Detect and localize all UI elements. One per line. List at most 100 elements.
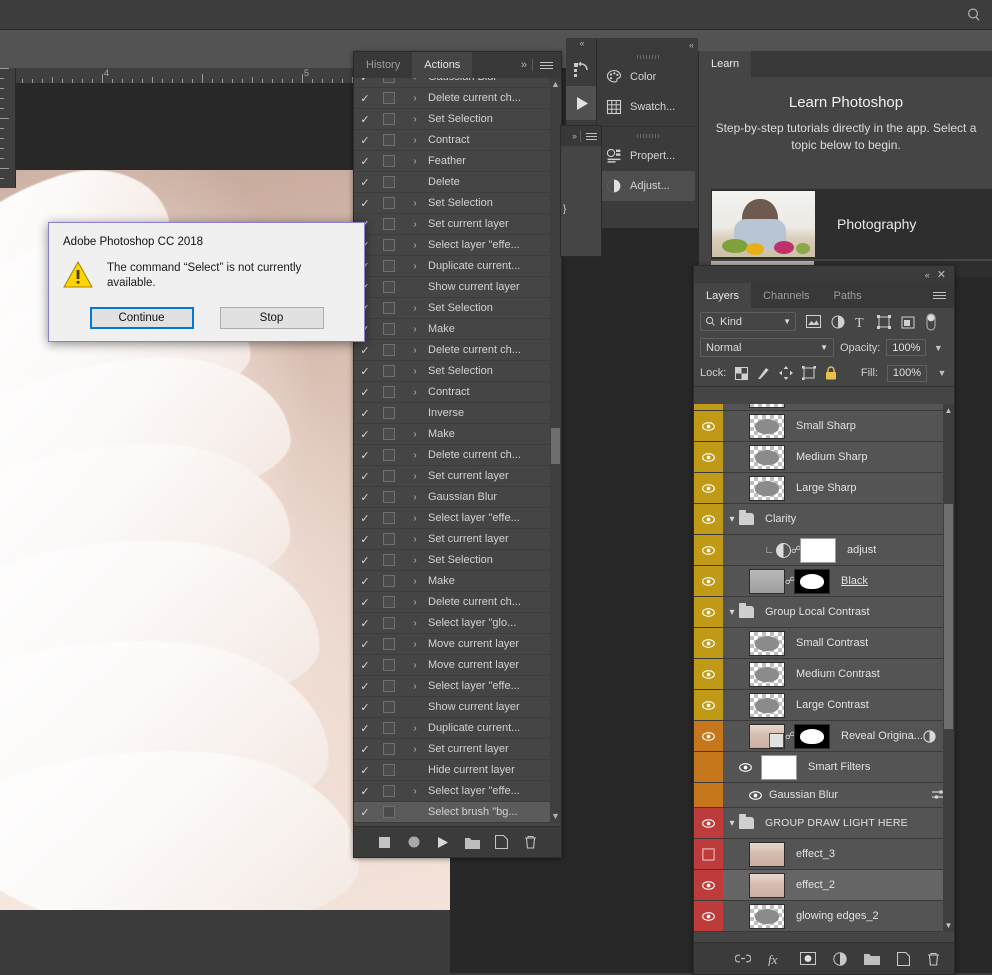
expand-chevron-icon[interactable]: ›: [402, 618, 428, 629]
expand-chevron-icon[interactable]: ›: [402, 681, 428, 692]
layer-name[interactable]: Black: [841, 575, 868, 587]
action-enabled-checkmark[interactable]: ✓: [354, 596, 376, 609]
actions-list[interactable]: ✓›Make✓›Gaussian Blur✓›Delete current ch…: [354, 78, 561, 823]
scroll-down-arrow[interactable]: ▼: [943, 919, 954, 932]
layer-row[interactable]: ▾ GROUP DRAW LIGHT HERE: [694, 808, 954, 839]
action-dialog-toggle[interactable]: [376, 617, 402, 629]
action-dialog-toggle[interactable]: [376, 701, 402, 713]
layer-kind-select[interactable]: Kind ▼: [700, 312, 796, 331]
alert-dialog[interactable]: Adobe Photoshop CC 2018 The command “Sel…: [48, 222, 365, 342]
layer-visibility-eye-icon[interactable]: [694, 404, 723, 410]
action-row[interactable]: ✓ › Move current layer: [354, 655, 561, 676]
layer-visibility-eye-icon[interactable]: [694, 839, 723, 869]
lock-image-icon[interactable]: [757, 366, 770, 380]
fill-stepper-chevron-icon[interactable]: ▼: [936, 368, 948, 378]
dock-item-color[interactable]: Color: [600, 62, 695, 92]
action-dialog-toggle[interactable]: [376, 176, 402, 188]
action-dialog-toggle[interactable]: [376, 512, 402, 524]
layer-visibility-eye-icon[interactable]: [694, 901, 723, 931]
action-enabled-checkmark[interactable]: ✓: [354, 197, 376, 210]
action-row[interactable]: ✓ › Contract: [354, 382, 561, 403]
filter-visibility-eye-icon[interactable]: [749, 789, 765, 802]
lock-all-icon[interactable]: [825, 366, 837, 380]
chevron-down-icon[interactable]: ▼: [820, 343, 828, 352]
layer-thumbnail[interactable]: [749, 903, 785, 929]
close-icon[interactable]: ✕: [937, 268, 946, 281]
action-dialog-toggle[interactable]: [376, 554, 402, 566]
layers-scrollbar[interactable]: ▲ ▼: [943, 404, 954, 932]
action-dialog-toggle[interactable]: [376, 638, 402, 650]
action-dialog-toggle[interactable]: [376, 575, 402, 587]
action-row[interactable]: ✓ › Select layer "glo...: [354, 613, 561, 634]
layer-name[interactable]: Large Contrast: [796, 699, 869, 711]
action-dialog-toggle[interactable]: [376, 113, 402, 125]
layers-list[interactable]: Super Small Sharp Small Sharp Medium Sharp…: [694, 404, 954, 932]
layer-name[interactable]: Clarity: [765, 513, 796, 525]
lock-position-icon[interactable]: [779, 366, 794, 380]
expand-chevron-icon[interactable]: ›: [402, 513, 428, 524]
action-row[interactable]: ✓ › Delete current ch...: [354, 445, 561, 466]
layer-row[interactable]: Medium Contrast: [694, 659, 954, 690]
action-row[interactable]: ✓ › Make: [354, 424, 561, 445]
action-enabled-checkmark[interactable]: ✓: [354, 617, 376, 630]
action-row[interactable]: ✓ › Set Selection: [354, 550, 561, 571]
chevron-double-right-icon[interactable]: »: [572, 131, 577, 141]
layer-name[interactable]: Medium Contrast: [796, 668, 880, 680]
action-row[interactable]: ✓ Hide current layer: [354, 760, 561, 781]
dock-item-swatches[interactable]: Swatch...: [600, 92, 695, 122]
play-icon[interactable]: [435, 834, 451, 850]
expand-chevron-icon[interactable]: ›: [402, 345, 428, 356]
action-dialog-toggle[interactable]: [376, 428, 402, 440]
action-dialog-toggle[interactable]: [376, 302, 402, 314]
dock-item-properties[interactable]: Propert...: [600, 141, 695, 171]
action-row[interactable]: ✓ › Set Selection: [354, 193, 561, 214]
scrollbar-thumb[interactable]: [551, 428, 560, 464]
layer-row[interactable]: Large Sharp: [694, 473, 954, 504]
action-enabled-checkmark[interactable]: ✓: [354, 449, 376, 462]
layer-style-fx-icon[interactable]: fx: [768, 952, 783, 966]
tab-paths[interactable]: Paths: [822, 283, 874, 308]
action-row[interactable]: ✓ › Set current layer: [354, 529, 561, 550]
layer-visibility-eye-icon[interactable]: [694, 721, 723, 751]
chevron-double-right-icon[interactable]: »: [521, 59, 527, 71]
layer-thumbnail[interactable]: [749, 413, 785, 439]
action-dialog-toggle[interactable]: [376, 260, 402, 272]
new-group-icon[interactable]: [864, 952, 880, 965]
layer-mask-thumbnail[interactable]: [794, 568, 830, 594]
expand-chevron-icon[interactable]: ›: [402, 744, 428, 755]
action-row[interactable]: ✓ › Set current layer: [354, 214, 561, 235]
action-dialog-toggle[interactable]: [376, 491, 402, 503]
actions-panel[interactable]: History Actions » ✓›Make✓›Gaussian Blur✓…: [353, 51, 562, 858]
link-mask-icon[interactable]: ☍: [785, 731, 795, 742]
panel-menu-icon[interactable]: [540, 60, 553, 71]
lock-transparency-icon[interactable]: [735, 366, 749, 380]
layer-thumbnail[interactable]: [749, 475, 785, 501]
smart-object-icon[interactable]: [901, 315, 915, 329]
action-dialog-toggle[interactable]: [376, 449, 402, 461]
layer-name[interactable]: Small Sharp: [796, 420, 856, 432]
layer-visibility-eye-icon[interactable]: [694, 442, 723, 472]
action-enabled-checkmark[interactable]: ✓: [354, 680, 376, 693]
learn-card-photography[interactable]: Photography: [711, 189, 992, 259]
action-dialog-toggle[interactable]: [376, 659, 402, 671]
layer-visibility-eye-icon[interactable]: [694, 690, 723, 720]
new-set-folder-icon[interactable]: [464, 834, 480, 850]
action-dialog-toggle[interactable]: [376, 785, 402, 797]
expand-chevron-icon[interactable]: ›: [402, 555, 428, 566]
layer-name[interactable]: GROUP DRAW LIGHT HERE: [765, 817, 908, 829]
group-expand-chevron-icon[interactable]: ▾: [725, 818, 739, 829]
layer-name[interactable]: Small Contrast: [796, 637, 868, 649]
layer-name[interactable]: Group Local Contrast: [765, 606, 870, 618]
opacity-stepper-chevron-icon[interactable]: ▼: [932, 343, 944, 353]
layer-row[interactable]: ▾ Clarity: [694, 504, 954, 535]
action-enabled-checkmark[interactable]: ✓: [354, 743, 376, 756]
layer-thumbnail[interactable]: [749, 568, 785, 594]
action-dialog-toggle[interactable]: [376, 281, 402, 293]
action-row[interactable]: ✓ › Delete current ch...: [354, 88, 561, 109]
action-row[interactable]: ✓ › Duplicate current...: [354, 256, 561, 277]
play-action-icon[interactable]: [566, 86, 596, 120]
action-enabled-checkmark[interactable]: ✓: [354, 722, 376, 735]
filter-toggle-switch[interactable]: [925, 313, 937, 331]
layer-row[interactable]: Small Sharp: [694, 411, 954, 442]
layer-row[interactable]: effect_2: [694, 870, 954, 901]
